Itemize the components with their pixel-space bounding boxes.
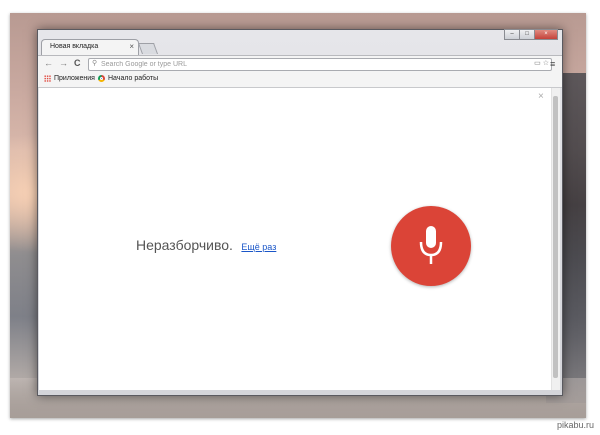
omnibox-input[interactable] [101,59,521,69]
menu-icon[interactable]: ≡ [550,59,555,69]
close-window-button[interactable]: × [534,29,558,40]
scrollbar[interactable] [551,88,560,390]
omnibox[interactable]: ⚲ ▭ ☆ [88,58,552,71]
maximize-button[interactable]: □ [519,29,535,40]
browser-window: Новая вкладка × – □ × ← → C ⚲ ▭ ☆ ≡ Прил… [37,29,563,396]
chrome-icon [98,75,105,82]
close-icon[interactable]: × [538,91,544,102]
tab-new-tab[interactable]: Новая вкладка × [41,39,139,56]
bookmark-getting-started[interactable]: Начало работы [98,75,158,82]
back-arrow-icon[interactable]: ← [44,58,53,68]
reload-icon[interactable]: C [74,58,81,68]
star-bookmark-icon[interactable]: ▭ ☆ [534,59,549,67]
window-controls: – □ × [504,29,558,40]
apps-grid-icon [44,75,51,82]
bookmark-apps[interactable]: Приложения [44,75,95,82]
new-tab-button[interactable] [137,43,159,54]
forward-arrow-icon[interactable]: → [59,58,68,68]
voice-search-overlay: × Неразборчиво. Ещё раз [39,88,551,390]
microphone-icon [419,226,443,264]
bookmark-label: Приложения [54,75,95,82]
microphone-button[interactable] [391,206,471,286]
status-text: Неразборчиво. [136,237,233,253]
voice-search-message: Неразборчиво. Ещё раз [136,237,276,255]
retry-link[interactable]: Ещё раз [241,242,276,252]
search-icon: ⚲ [92,60,98,67]
browser-toolbar: ← → C ⚲ ▭ ☆ ≡ [38,55,562,73]
bookmark-label: Начало работы [108,75,159,82]
scrollbar-thumb[interactable] [553,96,558,378]
tab-title: Новая вкладка [50,43,99,50]
minimize-button[interactable]: – [504,29,520,40]
bookmarks-bar: Приложения Начало работы [38,73,562,88]
watermark: pikabu.ru [556,420,594,430]
tab-close-icon[interactable]: × [129,42,134,51]
